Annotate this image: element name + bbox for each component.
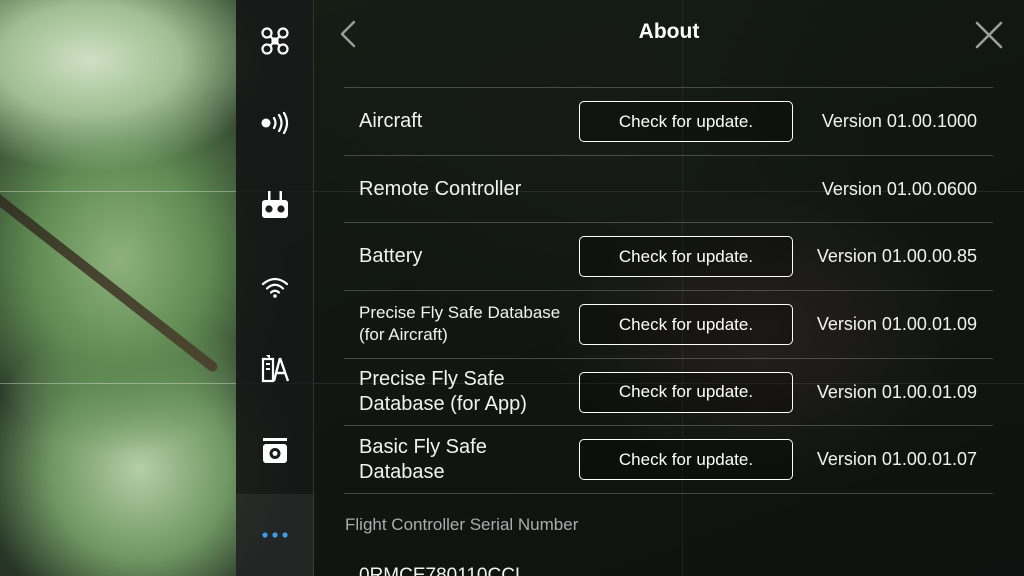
sidebar-item-remote-controller[interactable] xyxy=(236,164,314,246)
version-text: Version 01.00.0600 xyxy=(821,178,977,199)
firmware-row-remote-controller: Remote Controller Version 01.00.0600 xyxy=(344,156,993,224)
about-panel: About Aircraft Check for update. Version… xyxy=(314,0,1024,576)
page-title: About xyxy=(638,20,700,43)
aircraft-icon xyxy=(261,27,289,55)
row-label: Precise Fly Safe Database (for Aircraft) xyxy=(359,303,561,345)
close-icon xyxy=(975,21,1003,49)
row-label: Aircraft xyxy=(359,109,423,132)
serial-number-value: 0RMCE780110CCL xyxy=(359,565,526,576)
firmware-row-precise-db-aircraft: Precise Fly Safe Database (for Aircraft)… xyxy=(344,291,993,359)
check-update-button-precise-db-aircraft[interactable]: Check for update. xyxy=(579,304,793,346)
camera-icon xyxy=(263,438,287,463)
firmware-list: Aircraft Check for update. Version 01.00… xyxy=(344,87,993,495)
check-update-button-aircraft[interactable]: Check for update. xyxy=(579,101,793,142)
serial-number-label: Flight Controller Serial Number xyxy=(345,515,579,534)
check-update-button-precise-db-app[interactable]: Check for update. xyxy=(579,371,793,413)
version-text: Version 01.00.00.85 xyxy=(816,246,977,267)
version-text: Version 01.00.1000 xyxy=(821,110,977,131)
version-text: Version 01.00.01.09 xyxy=(816,381,977,402)
remote-controller-icon xyxy=(262,191,288,218)
row-label: Battery xyxy=(359,245,423,268)
wifi-icon xyxy=(261,277,289,298)
firmware-row-aircraft: Aircraft Check for update. Version 01.00… xyxy=(344,88,993,156)
firmware-row-precise-db-app: Precise Fly Safe Database (for App) Chec… xyxy=(344,359,993,427)
more-icon xyxy=(262,532,288,538)
sidebar-item-battery[interactable] xyxy=(236,328,314,410)
row-label: Basic Fly Safe Database xyxy=(359,435,487,483)
sidebar-item-transmission[interactable] xyxy=(236,82,314,164)
version-text: Version 01.00.01.07 xyxy=(816,449,977,470)
battery-icon xyxy=(261,355,290,383)
signal-broadcast-icon xyxy=(261,111,289,135)
row-label: Remote Controller xyxy=(359,177,522,200)
panel-header: About xyxy=(314,0,1024,70)
check-update-button-basic-db[interactable]: Check for update. xyxy=(579,439,793,481)
check-update-button-battery[interactable]: Check for update. xyxy=(579,236,793,278)
close-button[interactable] xyxy=(972,18,1006,52)
row-label: Precise Fly Safe Database (for App) xyxy=(359,368,527,416)
sidebar-item-aircraft[interactable] xyxy=(236,0,314,82)
settings-sidebar xyxy=(236,0,314,576)
sidebar-item-more[interactable] xyxy=(236,494,314,576)
version-text: Version 01.00.01.09 xyxy=(816,313,977,334)
sidebar-item-camera[interactable] xyxy=(236,410,314,492)
sidebar-item-wifi[interactable] xyxy=(236,246,314,328)
firmware-row-battery: Battery Check for update. Version 01.00.… xyxy=(344,223,993,292)
firmware-row-basic-db: Basic Fly Safe Database Check for update… xyxy=(344,426,993,495)
